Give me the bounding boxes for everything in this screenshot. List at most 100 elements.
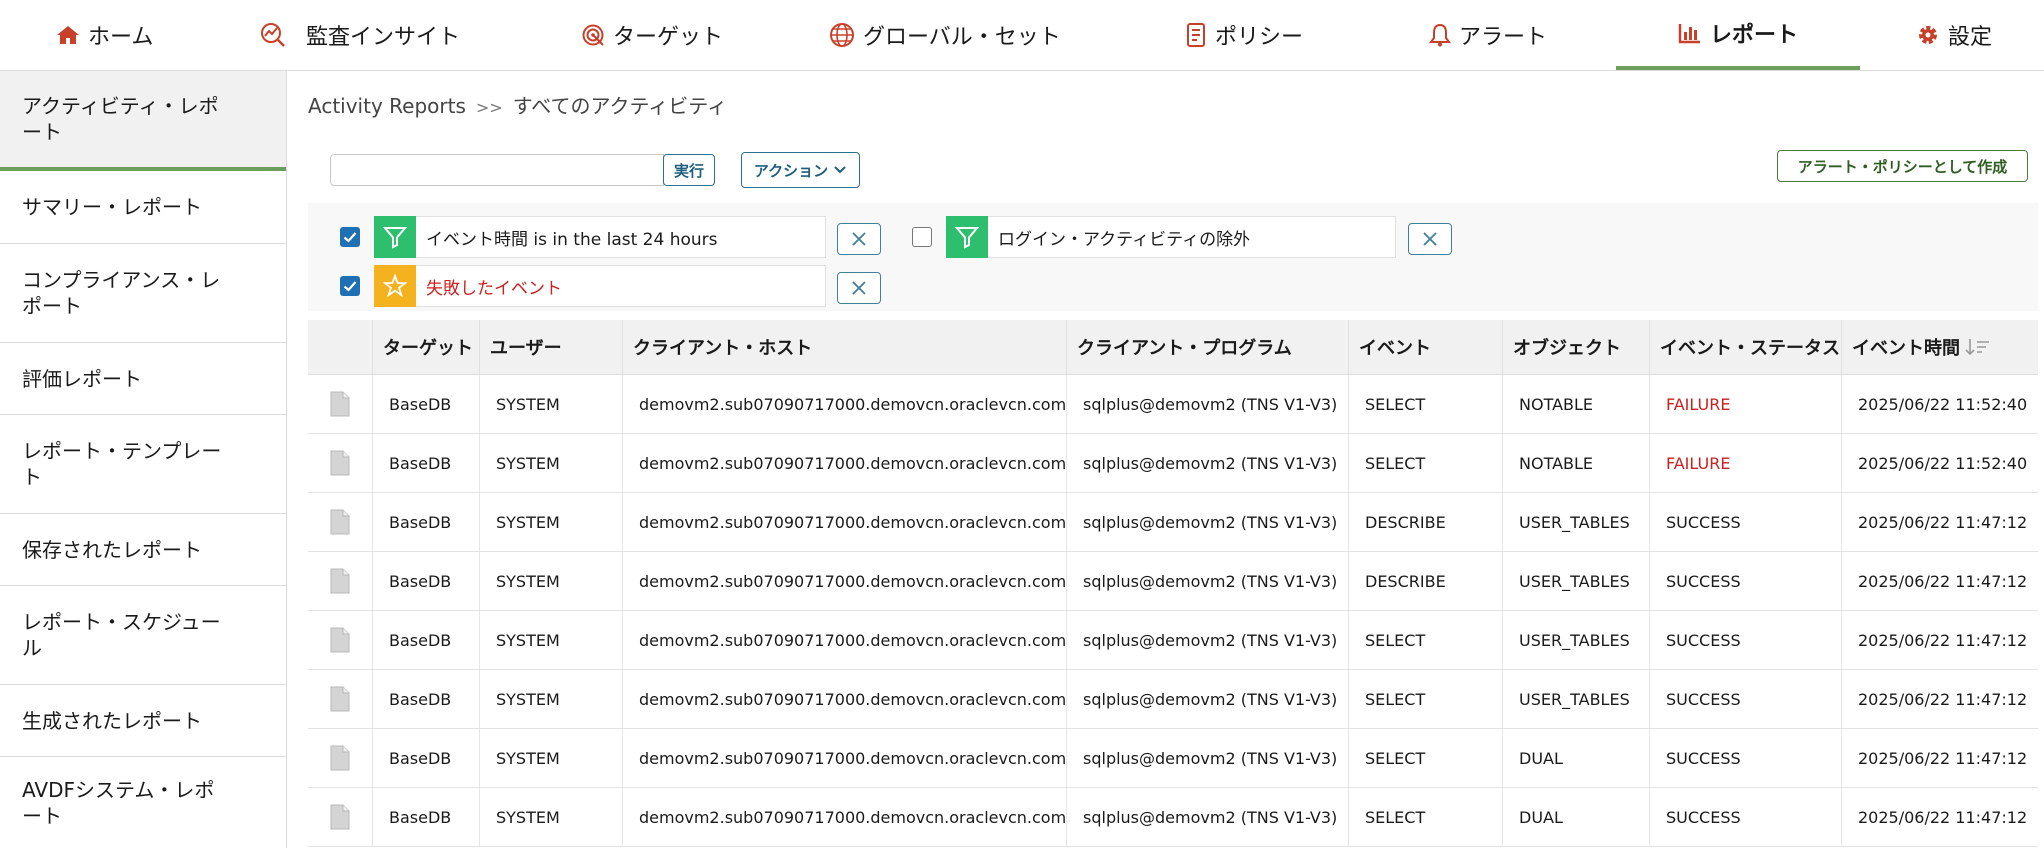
table-row[interactable]: BaseDB SYSTEM demovm2.sub07090717000.demov… bbox=[308, 493, 2038, 552]
filter-1-remove-button[interactable] bbox=[837, 223, 881, 255]
run-button[interactable]: 実行 bbox=[663, 154, 715, 186]
sidebar-item-saved-reports[interactable]: 保存されたレポート bbox=[0, 514, 286, 586]
cell-client-program: sqlplus@demovm2 (TNS V1-V3) bbox=[1066, 611, 1348, 669]
sort-descending-icon bbox=[1965, 339, 1989, 356]
filter-icon bbox=[374, 216, 416, 258]
filter-2-remove-button[interactable] bbox=[1408, 223, 1452, 255]
cell-event-time: 2025/06/22 11:52:40 bbox=[1841, 375, 2038, 433]
sidebar-item-generated-reports[interactable]: 生成されたレポート bbox=[0, 685, 286, 757]
row-detail-cell[interactable] bbox=[308, 375, 372, 433]
cell-client-program: sqlplus@demovm2 (TNS V1-V3) bbox=[1066, 493, 1348, 551]
filter-3-checkbox[interactable] bbox=[340, 276, 360, 296]
nav-alerts-label: アラート bbox=[1459, 25, 1548, 50]
table-header: ターゲット ユーザー クライアント・ホスト クライアント・プログラム イベント … bbox=[308, 320, 2038, 375]
bell-icon bbox=[1429, 23, 1451, 47]
search-input[interactable] bbox=[330, 154, 664, 186]
cell-event-time: 2025/06/22 11:47:12 bbox=[1841, 788, 2038, 846]
sidebar-item-assessment-reports[interactable]: 評価レポート bbox=[0, 343, 286, 415]
sidebar-item-compliance-reports[interactable]: コンプライアンス・レポート bbox=[0, 244, 286, 343]
nav-targets[interactable]: ターゲット bbox=[581, 0, 723, 70]
nav-home[interactable]: ホーム bbox=[56, 0, 153, 70]
cell-object: USER_TABLES bbox=[1502, 493, 1649, 551]
table-row[interactable]: BaseDB SYSTEM demovm2.sub07090717000.demov… bbox=[308, 611, 2038, 670]
column-header-event-status[interactable]: イベント・ステータス bbox=[1649, 320, 1841, 374]
filter-3-remove-button[interactable] bbox=[837, 272, 881, 304]
row-detail-cell[interactable] bbox=[308, 611, 372, 669]
filter-chip-label: ログイン・アクティビティの除外 bbox=[988, 225, 1250, 250]
filter-chip-event-time[interactable]: イベント時間 is in the last 24 hours bbox=[374, 216, 826, 258]
globe-icon bbox=[830, 23, 854, 47]
document-icon[interactable] bbox=[329, 804, 351, 830]
table-row[interactable]: BaseDB SYSTEM demovm2.sub07090717000.demov… bbox=[308, 729, 2038, 788]
table-row[interactable]: BaseDB SYSTEM demovm2.sub07090717000.demov… bbox=[308, 788, 2038, 847]
document-icon[interactable] bbox=[329, 391, 351, 417]
column-header-target[interactable]: ターゲット bbox=[372, 320, 479, 374]
top-navigation: ホーム 監査インサイト ターゲット グローバル・セット ポリシー アラート レポ… bbox=[0, 0, 2044, 71]
document-icon[interactable] bbox=[329, 745, 351, 771]
filter-chip-exclude-login[interactable]: ログイン・アクティビティの除外 bbox=[946, 216, 1396, 258]
cell-target: BaseDB bbox=[372, 611, 479, 669]
row-detail-cell[interactable] bbox=[308, 434, 372, 492]
table-row[interactable]: BaseDB SYSTEM demovm2.sub07090717000.demov… bbox=[308, 552, 2038, 611]
cell-client-program: sqlplus@demovm2 (TNS V1-V3) bbox=[1066, 375, 1348, 433]
breadcrumb-parent-link[interactable]: Activity Reports bbox=[308, 94, 466, 118]
column-header-object[interactable]: オブジェクト bbox=[1502, 320, 1649, 374]
cell-client-program: sqlplus@demovm2 (TNS V1-V3) bbox=[1066, 552, 1348, 610]
row-detail-cell[interactable] bbox=[308, 670, 372, 728]
column-header-user[interactable]: ユーザー bbox=[479, 320, 622, 374]
table-row[interactable]: BaseDB SYSTEM demovm2.sub07090717000.demov… bbox=[308, 434, 2038, 493]
sidebar-item-avdf-system-reports[interactable]: AVDFシステム・レポート bbox=[0, 757, 286, 848]
cell-user: SYSTEM bbox=[479, 552, 622, 610]
sidebar-item-activity-reports[interactable]: アクティビティ・レポート bbox=[0, 71, 286, 171]
create-alert-policy-button[interactable]: アラート・ポリシーとして作成 bbox=[1777, 150, 2028, 182]
cell-object: NOTABLE bbox=[1502, 375, 1649, 433]
nav-settings[interactable]: 設定 bbox=[1916, 0, 1992, 70]
policy-icon bbox=[1187, 23, 1205, 47]
nav-reports[interactable]: レポート bbox=[1616, 0, 1860, 70]
table-body: BaseDB SYSTEM demovm2.sub07090717000.demov… bbox=[308, 375, 2038, 847]
filter-1-checkbox[interactable] bbox=[340, 227, 360, 247]
cell-event-time: 2025/06/22 11:47:12 bbox=[1841, 611, 2038, 669]
table-row[interactable]: BaseDB SYSTEM demovm2.sub07090717000.demov… bbox=[308, 670, 2038, 729]
nav-policies[interactable]: ポリシー bbox=[1185, 0, 1303, 70]
column-header-client-host[interactable]: クライアント・ホスト bbox=[622, 320, 1066, 374]
cell-event: SELECT bbox=[1348, 670, 1502, 728]
document-icon[interactable] bbox=[329, 450, 351, 476]
cell-client-program: sqlplus@demovm2 (TNS V1-V3) bbox=[1066, 670, 1348, 728]
row-detail-cell[interactable] bbox=[308, 552, 372, 610]
filter-chip-failed-events[interactable]: 失敗したイベント bbox=[374, 265, 826, 307]
nav-global-sets[interactable]: グローバル・セット bbox=[829, 0, 1061, 70]
sidebar-item-label: 生成されたレポート bbox=[22, 708, 202, 733]
cell-event-status: SUCCESS bbox=[1649, 729, 1841, 787]
column-header-event-time-label: イベント時間 bbox=[1852, 338, 1960, 359]
row-detail-cell[interactable] bbox=[308, 729, 372, 787]
table-row[interactable]: BaseDB SYSTEM demovm2.sub07090717000.demov… bbox=[308, 375, 2038, 434]
document-icon[interactable] bbox=[329, 509, 351, 535]
sidebar-item-report-schedules[interactable]: レポート・スケジュール bbox=[0, 586, 286, 685]
document-icon[interactable] bbox=[329, 686, 351, 712]
sidebar-item-report-templates[interactable]: レポート・テンプレート bbox=[0, 415, 286, 514]
document-icon[interactable] bbox=[329, 627, 351, 653]
column-header-event-time[interactable]: イベント時間 bbox=[1841, 320, 2038, 374]
bar-chart-icon bbox=[1678, 24, 1700, 44]
cell-event-status: SUCCESS bbox=[1649, 493, 1841, 551]
nav-audit-insights[interactable]: 監査インサイト bbox=[260, 0, 460, 70]
sidebar-item-label: サマリー・レポート bbox=[22, 195, 202, 219]
filter-2-checkbox[interactable] bbox=[912, 227, 932, 247]
column-header-event[interactable]: イベント bbox=[1348, 320, 1502, 374]
row-detail-cell[interactable] bbox=[308, 788, 372, 846]
sidebar-item-summary-reports[interactable]: サマリー・レポート bbox=[0, 171, 286, 244]
nav-alerts[interactable]: アラート bbox=[1429, 0, 1547, 70]
column-header-client-program[interactable]: クライアント・プログラム bbox=[1066, 320, 1348, 374]
home-icon bbox=[57, 26, 79, 44]
checkmark-icon bbox=[343, 232, 357, 243]
row-detail-cell[interactable] bbox=[308, 493, 372, 551]
cell-event-time: 2025/06/22 11:47:12 bbox=[1841, 670, 2038, 728]
document-icon[interactable] bbox=[329, 568, 351, 594]
actions-button[interactable]: アクション bbox=[741, 152, 860, 188]
sidebar-item-label: 評価レポート bbox=[22, 366, 142, 391]
column-header-icon bbox=[308, 320, 372, 374]
target-icon bbox=[582, 24, 604, 46]
trend-icon bbox=[261, 23, 285, 47]
filter-panel: イベント時間 is in the last 24 hours ログイン・アクティ… bbox=[308, 203, 2038, 311]
